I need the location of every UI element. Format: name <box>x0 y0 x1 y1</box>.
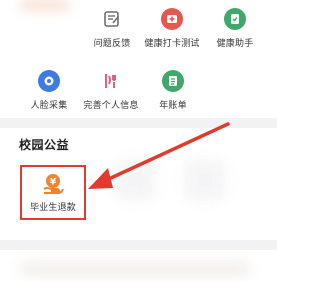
highlight-box <box>20 165 86 220</box>
health-checkin-icon <box>161 8 183 30</box>
blurred-item-1 <box>115 160 155 200</box>
tile-personal-info[interactable]: 完善个人信息 <box>76 70 146 122</box>
tile-label-health-assistant: 健康助手 <box>216 39 254 49</box>
tile-label-face-capture: 人脸采集 <box>30 101 68 111</box>
feedback-icon <box>101 8 123 30</box>
tile-health-assistant[interactable]: 健康助手 <box>200 8 270 60</box>
bottom-divider <box>0 240 277 250</box>
tile-health-checkin[interactable]: 健康打卡测试 <box>137 8 207 60</box>
face-capture-icon <box>38 70 60 92</box>
health-assistant-icon <box>224 8 246 30</box>
tile-label-health-checkin: 健康打卡测试 <box>144 39 200 49</box>
blurred-item-2 <box>185 160 225 200</box>
section-title-campus-charity: 校园公益 <box>19 138 70 152</box>
annual-bill-icon <box>162 70 184 92</box>
tile-label-personal-info: 完善个人信息 <box>83 101 139 111</box>
tile-annual-bill[interactable]: 年账单 <box>138 70 208 122</box>
section-divider <box>0 118 277 128</box>
tile-face-capture[interactable]: 人脸采集 <box>14 70 84 122</box>
tile-label-annual-bill: 年账单 <box>159 101 187 111</box>
personal-info-icon <box>100 70 122 92</box>
blurred-top-strip <box>20 0 70 10</box>
tile-label-feedback: 问题反馈 <box>93 39 131 49</box>
blurred-bottom-strip <box>20 262 250 276</box>
